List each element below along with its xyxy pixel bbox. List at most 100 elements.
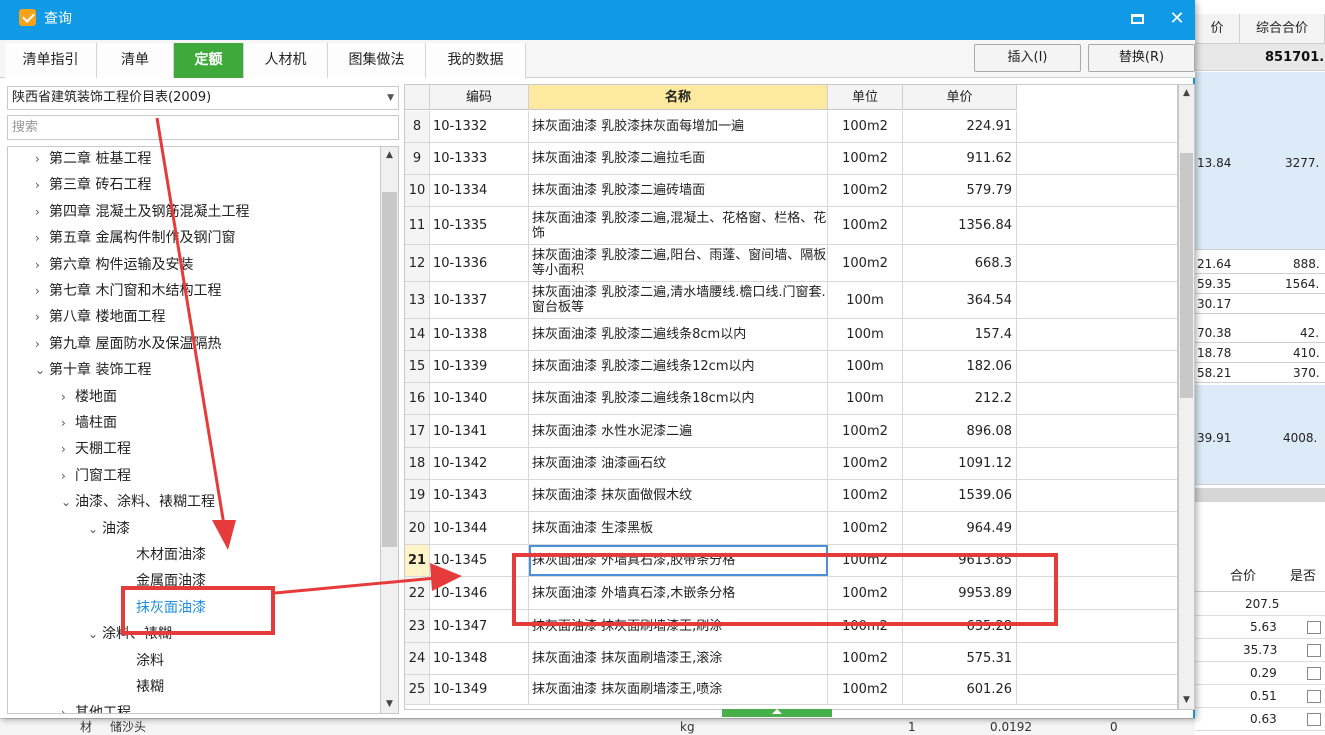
cell-name[interactable]: 抹灰面油漆 乳胶漆二遍砖墙面 [529, 175, 828, 206]
chevron-right-icon[interactable]: › [61, 410, 75, 436]
row-number[interactable]: 18 [405, 448, 430, 479]
table-row[interactable]: 12 10-1336 抹灰面油漆 乳胶漆二遍,阳台、雨蓬、窗间墙、隔板等小面积 100… [405, 245, 1177, 282]
row-number[interactable]: 22 [405, 577, 430, 609]
tree-node[interactable]: › 楼地面 [61, 384, 117, 410]
chevron-right-icon[interactable]: › [35, 147, 49, 172]
tab-my-data[interactable]: 我的数据 [426, 43, 526, 78]
cell-name[interactable]: 抹灰面油漆 外墙真石漆,胶带条分格 [529, 545, 828, 576]
cell-price[interactable]: 964.49 [903, 512, 1017, 544]
row-number[interactable]: 9 [405, 143, 430, 174]
table-row[interactable]: 17 10-1341 抹灰面油漆 水性水泥漆二遍 100m2 896.08 [405, 415, 1177, 448]
chevron-right-icon[interactable]: › [35, 331, 49, 357]
table-row[interactable]: 21 10-1345 抹灰面油漆 外墙真石漆,胶带条分格 100m2 9613.85 [405, 545, 1177, 577]
cell-code[interactable]: 10-1340 [430, 383, 529, 414]
tree-scrollbar[interactable]: ▲ ▼ [380, 146, 399, 714]
checkbox[interactable] [1307, 667, 1321, 680]
replace-button[interactable]: 替换(R) [1088, 44, 1195, 72]
row-number[interactable]: 12 [405, 245, 430, 281]
checkbox[interactable] [1307, 690, 1321, 703]
cell-unit[interactable]: 100m [828, 319, 903, 350]
tab-bill[interactable]: 清单 [97, 43, 174, 78]
table-row[interactable]: 10 10-1334 抹灰面油漆 乳胶漆二遍砖墙面 100m2 579.79 [405, 175, 1177, 207]
cell-name[interactable]: 抹灰面油漆 乳胶漆二遍线条12cm以内 [529, 351, 828, 382]
cell-price[interactable]: 601.26 [903, 675, 1017, 704]
cell-unit[interactable]: 100m2 [828, 577, 903, 609]
tree-node[interactable]: ⌄ 第十章 装饰工程 [35, 357, 151, 383]
row-number[interactable]: 10 [405, 175, 430, 206]
cell-unit[interactable]: 100m2 [828, 643, 903, 674]
cell-code[interactable]: 10-1334 [430, 175, 529, 206]
search-input[interactable]: 搜索 [7, 115, 399, 140]
cell-price[interactable]: 9953.89 [903, 577, 1017, 609]
cell-code[interactable]: 10-1349 [430, 675, 529, 704]
cell-unit[interactable]: 100m2 [828, 448, 903, 479]
cell-code[interactable]: 10-1335 [430, 207, 529, 244]
col-header-code[interactable]: 编码 [430, 85, 529, 110]
table-row[interactable]: 11 10-1335 抹灰面油漆 乳胶漆二遍,混凝土、花格窗、栏格、花饰 100m2 1… [405, 207, 1177, 245]
cell-code[interactable]: 10-1346 [430, 577, 529, 609]
chevron-right-icon[interactable]: › [35, 225, 49, 251]
table-row[interactable]: 35.73 [1195, 639, 1325, 662]
cell-price[interactable]: 668.3 [903, 245, 1017, 281]
tree-node[interactable]: ⌄ 油漆 [88, 516, 130, 542]
cell-code[interactable]: 10-1338 [430, 319, 529, 350]
tree-node[interactable]: › 门窗工程 [61, 463, 131, 489]
table-row[interactable]: 18.78 410. [1195, 343, 1325, 363]
cell-unit[interactable]: 100m2 [828, 207, 903, 244]
tree-node[interactable]: 涂料 [136, 648, 164, 674]
row-number[interactable]: 13 [405, 282, 430, 318]
chevron-right-icon[interactable]: › [61, 700, 75, 713]
cell-price[interactable]: 575.31 [903, 643, 1017, 674]
cell-price[interactable]: 182.06 [903, 351, 1017, 382]
chevron-right-icon[interactable]: › [61, 463, 75, 489]
table-row[interactable]: 9 10-1333 抹灰面油漆 乳胶漆二遍拉毛面 100m2 911.62 [405, 143, 1177, 175]
cell-code[interactable]: 10-1339 [430, 351, 529, 382]
tab-atlas-method[interactable]: 图集做法 [328, 43, 426, 78]
tree-node[interactable]: › 第五章 金属构件制作及钢门窗 [35, 225, 235, 251]
cell-unit[interactable]: 100m2 [828, 143, 903, 174]
table-row[interactable]: 15 10-1339 抹灰面油漆 乳胶漆二遍线条12cm以内 100m 182.06 [405, 351, 1177, 383]
chevron-right-icon[interactable]: › [35, 172, 49, 198]
cell-unit[interactable]: 100m [828, 351, 903, 382]
tree-node[interactable]: ⌄ 涂料、裱糊 [88, 621, 172, 647]
cell-unit[interactable]: 100m2 [828, 480, 903, 511]
col-header-price[interactable]: 单价 [903, 85, 1017, 110]
tree-node[interactable]: 裱糊 [136, 674, 164, 700]
table-row[interactable]: 39.91 4008. [1195, 385, 1325, 485]
scroll-up-icon[interactable]: ▲ [1179, 85, 1194, 102]
cell-name[interactable]: 抹灰面油漆 乳胶漆二遍,清水墙腰线.檐口线.门窗套.窗台板等 [529, 282, 828, 318]
tab-bill-guide[interactable]: 清单指引 [5, 43, 97, 78]
row-number[interactable]: 20 [405, 512, 430, 544]
table-row[interactable]: 20 10-1344 抹灰面油漆 生漆黑板 100m2 964.49 [405, 512, 1177, 545]
chevron-down-icon[interactable]: ▼ [387, 87, 394, 109]
cell-name[interactable]: 抹灰面油漆 外墙真石漆,木嵌条分格 [529, 577, 828, 609]
table-row[interactable]: 5.63 [1195, 616, 1325, 639]
chevron-down-icon[interactable]: ⌄ [61, 489, 75, 515]
cell-code[interactable]: 10-1337 [430, 282, 529, 318]
cell-name[interactable]: 抹灰面油漆 抹灰面刷墙漆王,滚涂 [529, 643, 828, 674]
cell-code[interactable]: 10-1344 [430, 512, 529, 544]
tree-node[interactable]: › 第六章 构件运输及安装 [35, 252, 193, 278]
cell-price[interactable]: 911.62 [903, 143, 1017, 174]
table-row[interactable]: 25 10-1349 抹灰面油漆 抹灰面刷墙漆王,喷涂 100m2 601.26 [405, 675, 1177, 705]
cell-price[interactable]: 157.4 [903, 319, 1017, 350]
table-row[interactable]: 0.63 [1195, 708, 1325, 731]
chevron-right-icon[interactable]: › [61, 384, 75, 410]
chevron-down-icon[interactable]: ⌄ [35, 357, 49, 383]
table-row[interactable]: 14 10-1338 抹灰面油漆 乳胶漆二遍线条8cm以内 100m 157.4 [405, 319, 1177, 351]
table-row[interactable]: 19 10-1343 抹灰面油漆 抹灰面做假木纹 100m2 1539.06 [405, 480, 1177, 512]
tree-node[interactable]: 金属面油漆 [136, 568, 206, 594]
cell-code[interactable]: 10-1336 [430, 245, 529, 281]
horizontal-scrollbar[interactable] [1195, 488, 1325, 502]
chevron-down-icon[interactable]: ⌄ [88, 516, 102, 542]
cell-unit[interactable]: 100m2 [828, 545, 903, 576]
cell-name[interactable]: 抹灰面油漆 抹灰面做假木纹 [529, 480, 828, 511]
checkbox[interactable] [1307, 713, 1321, 726]
table-row[interactable]: 59.35 1564. [1195, 274, 1325, 294]
cell-name[interactable]: 抹灰面油漆 生漆黑板 [529, 512, 828, 544]
cell-unit[interactable]: 100m2 [828, 512, 903, 544]
row-number[interactable]: 25 [405, 675, 430, 704]
cell-unit[interactable]: 100m2 [828, 175, 903, 206]
tree-node[interactable]: › 天棚工程 [61, 436, 131, 462]
row-number[interactable]: 19 [405, 480, 430, 511]
